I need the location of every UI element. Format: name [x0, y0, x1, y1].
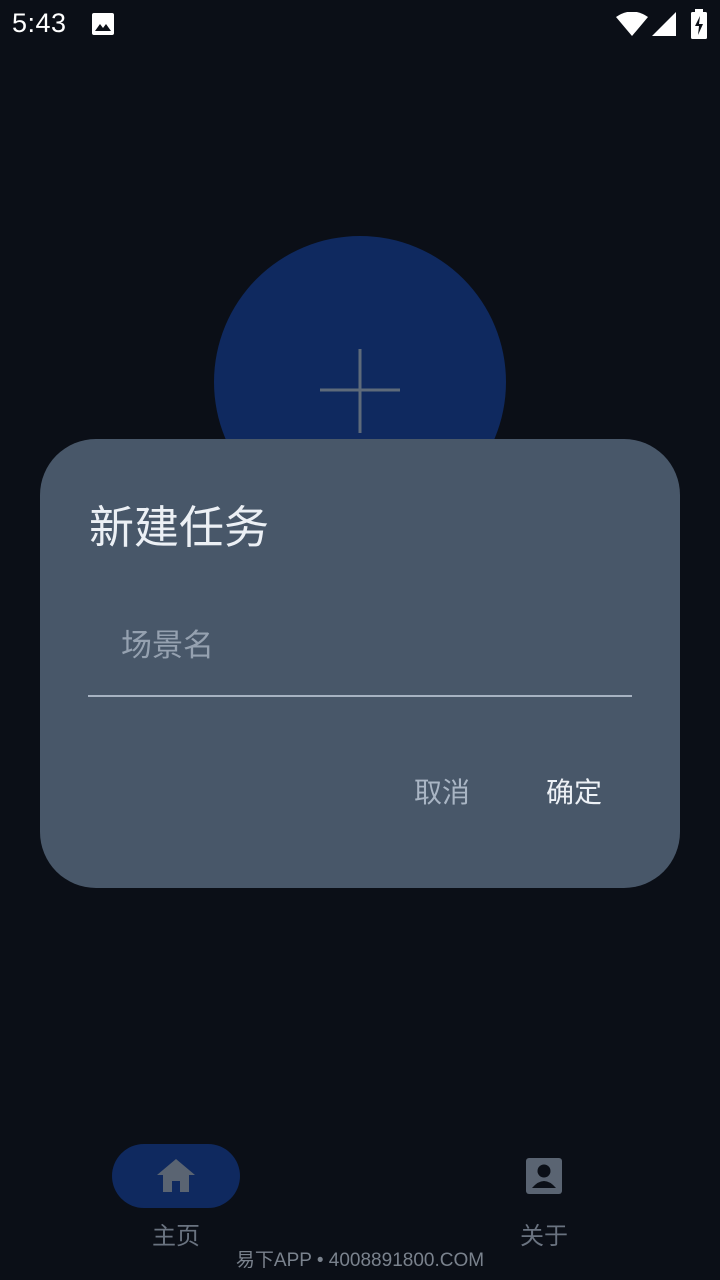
- scene-name-input[interactable]: [88, 599, 632, 693]
- screen: 5:43 新建任务 取消 确定: [0, 0, 720, 1280]
- nav-item-about[interactable]: 关于: [480, 1144, 608, 1254]
- home-icon: [157, 1159, 195, 1192]
- confirm-button[interactable]: 确定: [538, 765, 610, 817]
- account-box-icon: [526, 1158, 562, 1194]
- watermark-text: 易下APP • 4008891800.COM: [235, 1250, 485, 1271]
- new-task-dialog: 新建任务 取消 确定: [40, 439, 680, 888]
- dialog-title: 新建任务: [89, 501, 270, 554]
- nav-item-home[interactable]: 主页: [112, 1144, 240, 1254]
- cancel-button[interactable]: 取消: [406, 765, 478, 817]
- scene-name-field: [88, 599, 632, 697]
